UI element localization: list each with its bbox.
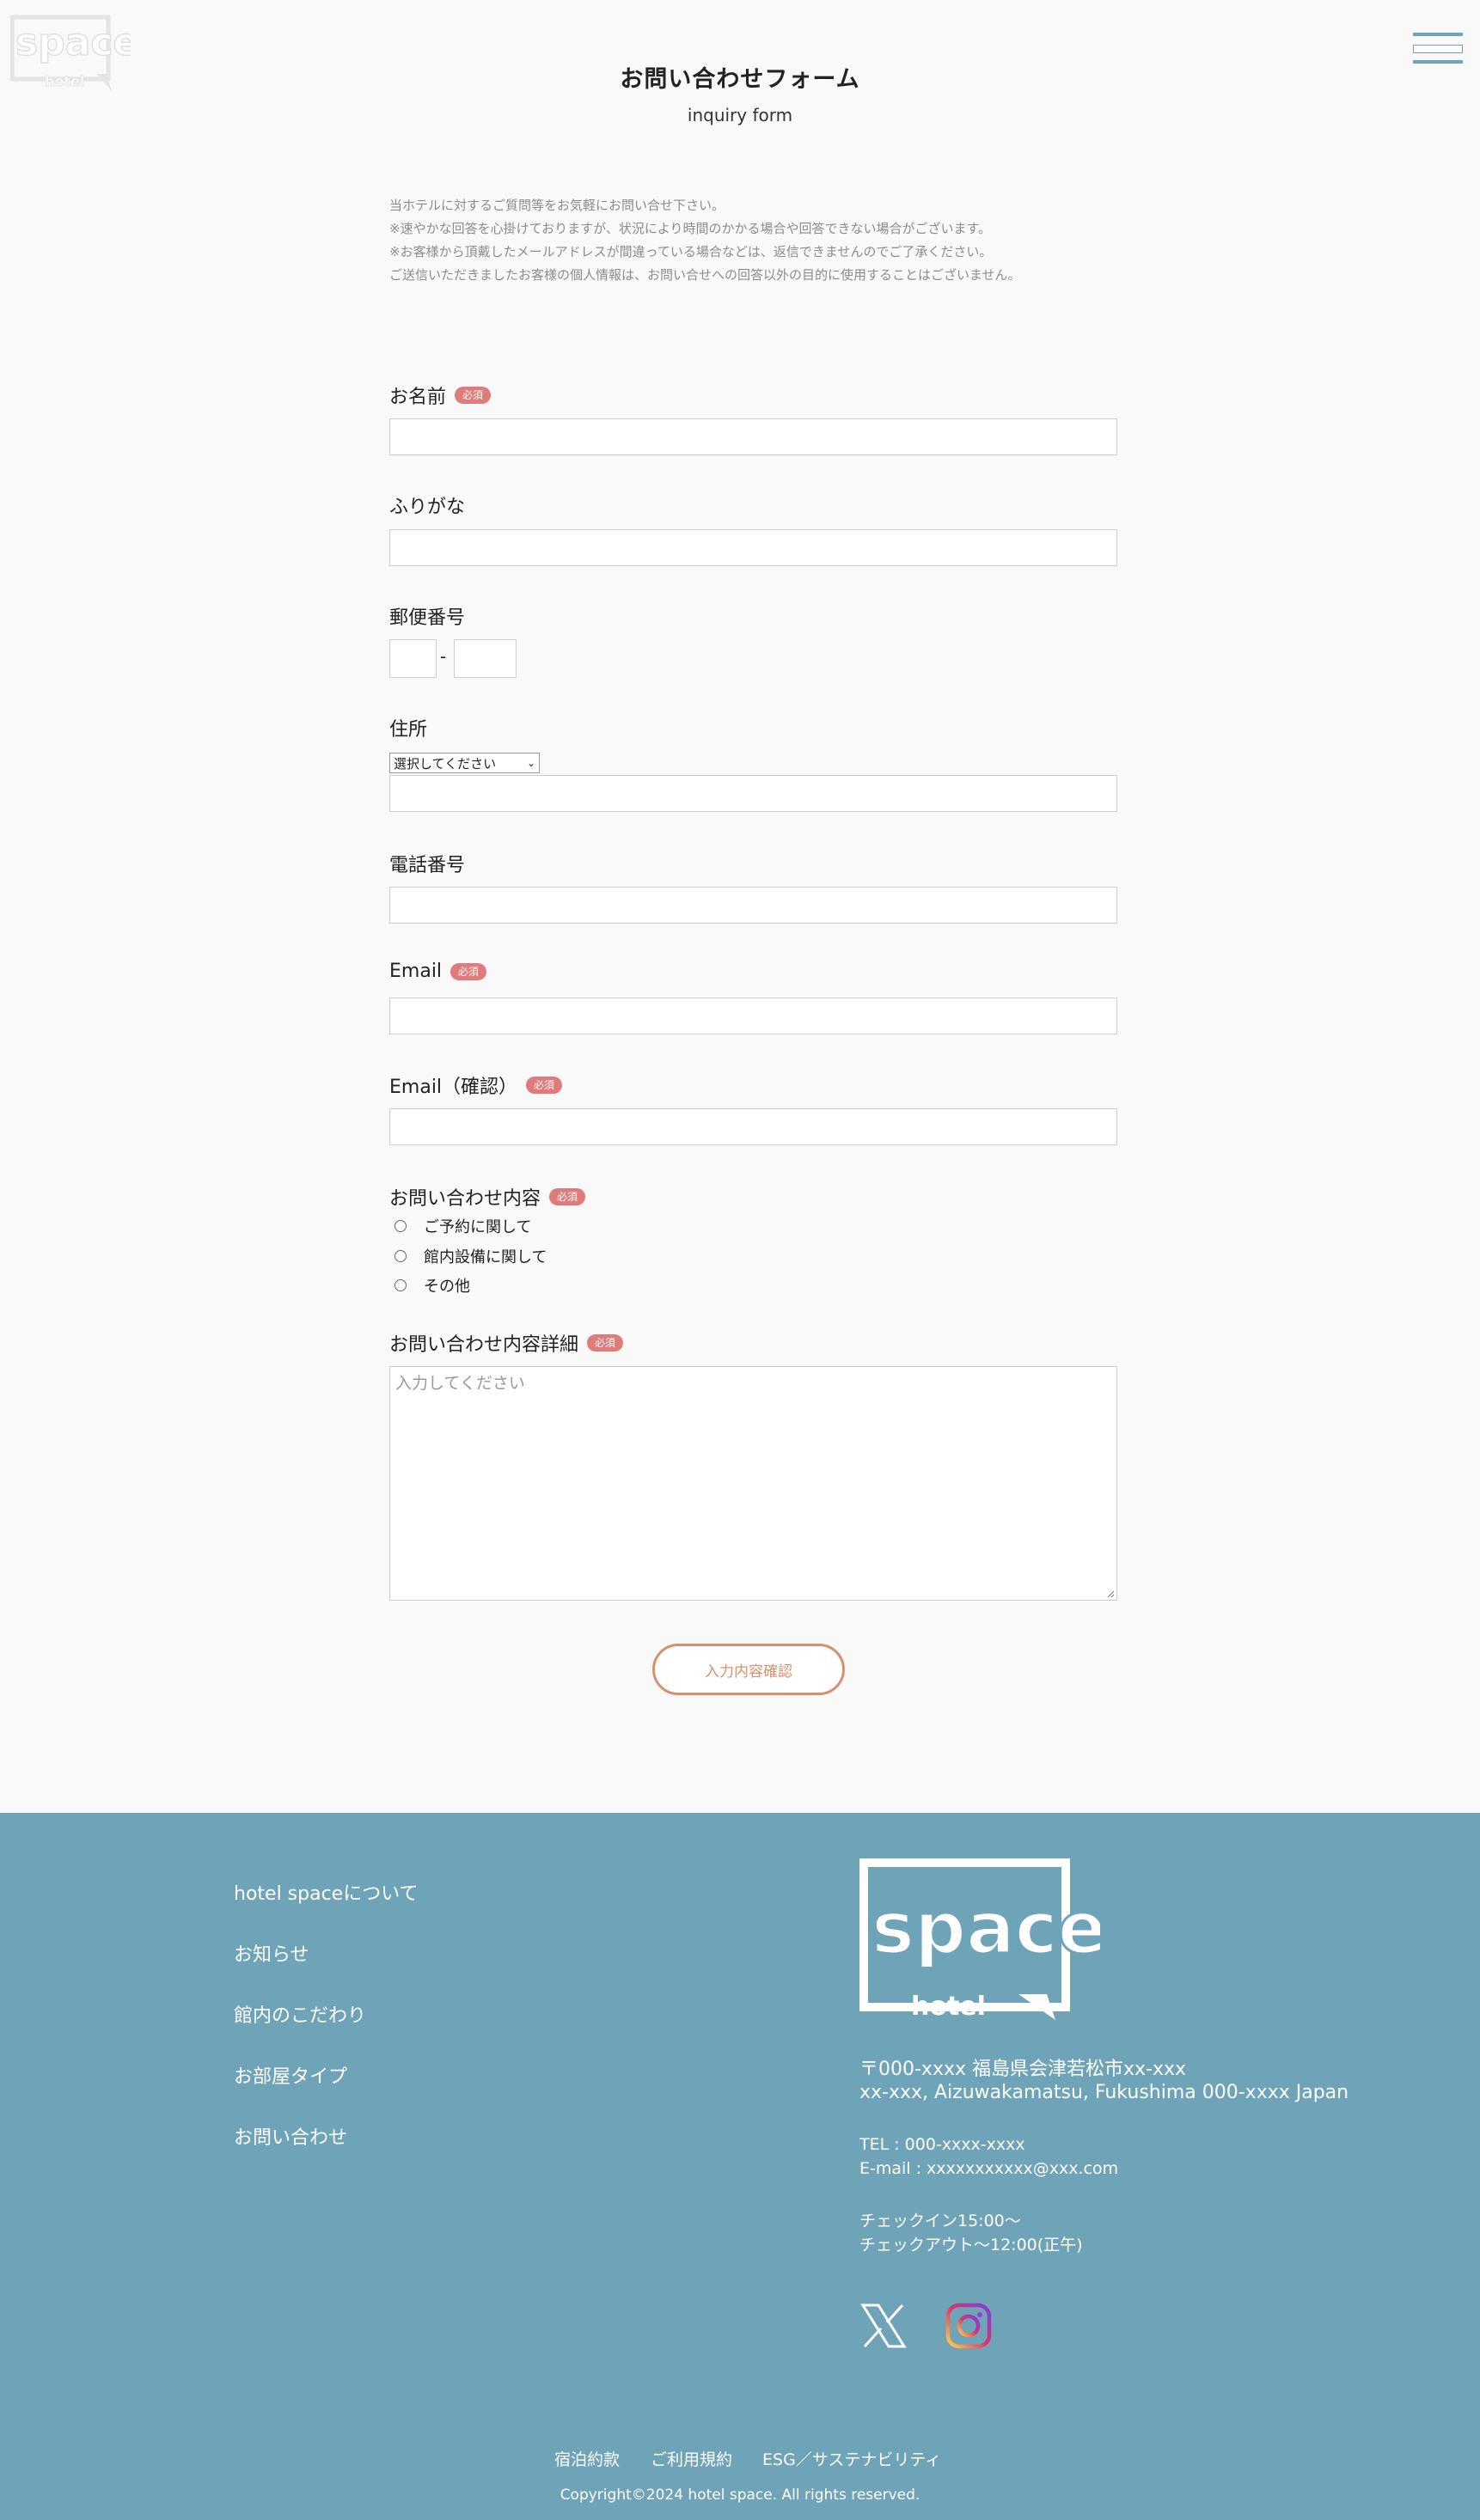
prefecture-select[interactable]: 選択してください ⌄ [389,753,540,773]
detail-placeholder: 入力してください [395,1374,525,1393]
radio-other[interactable]: その他 [394,1274,470,1297]
phone-input[interactable] [389,887,1117,924]
address-label: 住所 [389,719,428,741]
phone-label: 電話番号 [389,855,466,876]
footer-email: E-mail : xxxxxxxxxxx@xxx.com [859,2159,1119,2178]
confirm-submit-button[interactable]: 入力内容確認 [652,1644,845,1695]
radio-button[interactable] [394,1220,407,1232]
zip-first-input[interactable] [389,639,437,678]
footer-nav-contact[interactable]: お問い合わせ [234,2122,347,2150]
footer-logo-sub: hotel [911,1992,986,2022]
footer-address-jp: 〒000-xxxx 福島県会津若松市xx-xxx [859,2059,1187,2080]
resize-handle-icon[interactable] [1106,1589,1115,1598]
footer-link-terms-of-use[interactable]: ご利用規約 [651,2447,732,2470]
site-footer [0,1813,1480,2520]
radio-button[interactable] [394,1250,407,1262]
footer-checkin: チェックイン15:00〜 [859,2212,1021,2230]
required-badge: 必須 [549,1188,586,1205]
footer-checkout: チェックアウト〜12:00(正午) [859,2236,1083,2255]
footer-link-esg[interactable]: ESG／サステナビリティ [762,2447,941,2470]
inquiry-type-label: お問い合わせ内容 必須 [389,1183,586,1211]
intro-line: ご送信いただきましたお客様の個人情報は、お問い合せへの回答以外の目的に使用するこ… [389,267,1021,283]
detail-textarea[interactable]: 入力してください [389,1366,1117,1601]
footer-nav-rooms[interactable]: お部屋タイプ [234,2061,347,2089]
footer-nav-news[interactable]: お知らせ [234,1939,309,1967]
footer-link-terms-of-stay[interactable]: 宿泊約款 [554,2447,620,2470]
intro-line: ※お客様から頂戴したメールアドレスが間違っている場合などは、返信できませんのでご… [389,244,993,259]
zip-separator: - [440,646,447,667]
email-input[interactable] [389,998,1117,1034]
instagram-icon[interactable] [945,2302,993,2350]
email-label: Email 必須 [389,961,487,982]
footer-hotel-logo: space hotel [859,1858,1100,2022]
intro-notes: 当ホテルに対するご質問等をお気軽にお問い合せ下さい。 ※速やかな回答を心掛けてお… [389,194,1163,287]
kana-label: ふりがな [389,497,466,518]
page-title: お問い合わせフォーム [620,66,860,93]
address-input[interactable] [389,775,1117,812]
name-label: お名前 必須 [389,381,492,409]
footer-tel: TEL : 000-xxxx-xxxx [859,2135,1025,2154]
radio-facilities[interactable]: 館内設備に関して [394,1245,547,1267]
kana-input[interactable] [389,529,1117,566]
intro-line: 当ホテルに対するご質問等をお気軽にお問い合せ下さい。 [389,198,725,213]
radio-reservation[interactable]: ご予約に関して [394,1215,531,1237]
radio-button[interactable] [394,1279,407,1291]
email-confirm-label: Email（確認） 必須 [389,1071,563,1099]
logo-word: space [15,21,131,64]
copyright: Copyright©2024 hotel space. All rights r… [560,2486,920,2504]
required-badge: 必須 [526,1077,563,1094]
required-badge: 必須 [587,1334,624,1352]
name-input[interactable] [389,418,1117,455]
zip-second-input[interactable] [454,639,517,678]
footer-nav-features[interactable]: 館内のこだわり [234,2000,366,2028]
detail-label: お問い合わせ内容詳細 必須 [389,1329,624,1357]
footer-address-en: xx-xxx, Aizuwakamatsu, Fukushima 000-xxx… [859,2082,1349,2103]
prefecture-select-value: 選択してください [394,755,497,772]
footer-nav-about[interactable]: hotel spaceについて [234,1878,419,1906]
email-confirm-input[interactable] [389,1108,1117,1145]
chevron-down-icon: ⌄ [526,757,535,769]
intro-line: ※速やかな回答を心掛けておりますが、状況により時間のかかる場合や回答できない場合… [389,221,992,236]
x-icon[interactable] [859,2302,908,2350]
footer-logo-word: space [871,1886,1100,1970]
zip-label: 郵便番号 [389,607,466,629]
page-subtitle: inquiry form [687,105,793,125]
required-badge: 必須 [455,387,492,404]
required-badge: 必須 [450,962,487,980]
